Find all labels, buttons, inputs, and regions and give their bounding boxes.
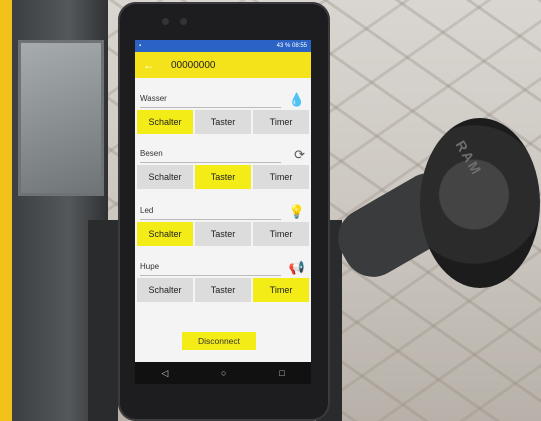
- mode-button-timer[interactable]: Timer: [253, 165, 309, 189]
- app-bar: ← 00000000: [135, 52, 311, 78]
- back-arrow-icon[interactable]: ←: [143, 58, 159, 72]
- horn-icon: 📢: [288, 260, 305, 275]
- control-section-led: Led 💡 Schalter Taster Timer: [135, 204, 311, 246]
- mode-button-taster[interactable]: Taster: [195, 222, 251, 246]
- sensor: [180, 18, 187, 25]
- nav-recent-icon[interactable]: □: [279, 368, 284, 378]
- nav-back-icon[interactable]: ◁: [161, 368, 168, 379]
- mode-button-schalter[interactable]: Schalter: [137, 278, 193, 302]
- disconnect-button[interactable]: Disconnect: [182, 332, 256, 350]
- section-header: Hupe 📢: [135, 260, 311, 278]
- section-header: Led 💡: [135, 204, 311, 222]
- section-label: Led: [140, 206, 154, 215]
- yellow-frame-edge: [0, 0, 12, 421]
- label-underline: [140, 275, 281, 276]
- front-camera: [162, 18, 169, 25]
- mode-button-timer[interactable]: Timer: [253, 110, 309, 134]
- section-label: Hupe: [140, 262, 160, 271]
- label-underline: [140, 162, 281, 163]
- mode-button-group: Schalter Taster Timer: [135, 222, 311, 246]
- section-header: Wasser 💧: [135, 92, 311, 110]
- mode-button-schalter[interactable]: Schalter: [137, 110, 193, 134]
- control-section-hupe: Hupe 📢 Schalter Taster Timer: [135, 260, 311, 302]
- refresh-icon: ⟳: [294, 147, 305, 162]
- page-title: 00000000: [171, 59, 216, 71]
- app-notification-icon: ▪: [139, 43, 142, 49]
- mode-button-taster[interactable]: Taster: [195, 165, 251, 189]
- section-label: Wasser: [140, 94, 167, 103]
- mode-button-timer[interactable]: Timer: [253, 222, 309, 246]
- mode-button-timer[interactable]: Timer: [253, 278, 309, 302]
- phone-screen: ▪ 43 % 08:55 ← 00000000 Wasser 💧 Schalter T…: [135, 40, 311, 362]
- light-bulb-icon: 💡: [288, 204, 305, 219]
- status-bar: ▪ 43 % 08:55: [135, 40, 311, 52]
- mode-button-taster[interactable]: Taster: [195, 278, 251, 302]
- section-label: Besen: [140, 149, 163, 158]
- status-bar-text: 43 % 08:55: [276, 43, 307, 49]
- phone-holder-left-clamp: [88, 220, 118, 421]
- water-drop-icon: 💧: [288, 92, 305, 107]
- control-section-besen: Besen ⟳ Schalter Taster Timer: [135, 147, 311, 189]
- suction-cup-mount: [420, 118, 540, 288]
- mode-button-group: Schalter Taster Timer: [135, 110, 311, 134]
- mode-button-schalter[interactable]: Schalter: [137, 165, 193, 189]
- mode-button-group: Schalter Taster Timer: [135, 278, 311, 302]
- mode-button-group: Schalter Taster Timer: [135, 165, 311, 189]
- nav-home-icon[interactable]: ○: [221, 368, 226, 378]
- label-underline: [140, 107, 281, 108]
- section-header: Besen ⟳: [135, 147, 311, 165]
- mode-button-taster[interactable]: Taster: [195, 110, 251, 134]
- cab-window: [18, 40, 104, 196]
- android-nav-bar: ◁ ○ □: [135, 362, 311, 384]
- mode-button-schalter[interactable]: Schalter: [137, 222, 193, 246]
- control-section-wasser: Wasser 💧 Schalter Taster Timer: [135, 92, 311, 134]
- label-underline: [140, 219, 281, 220]
